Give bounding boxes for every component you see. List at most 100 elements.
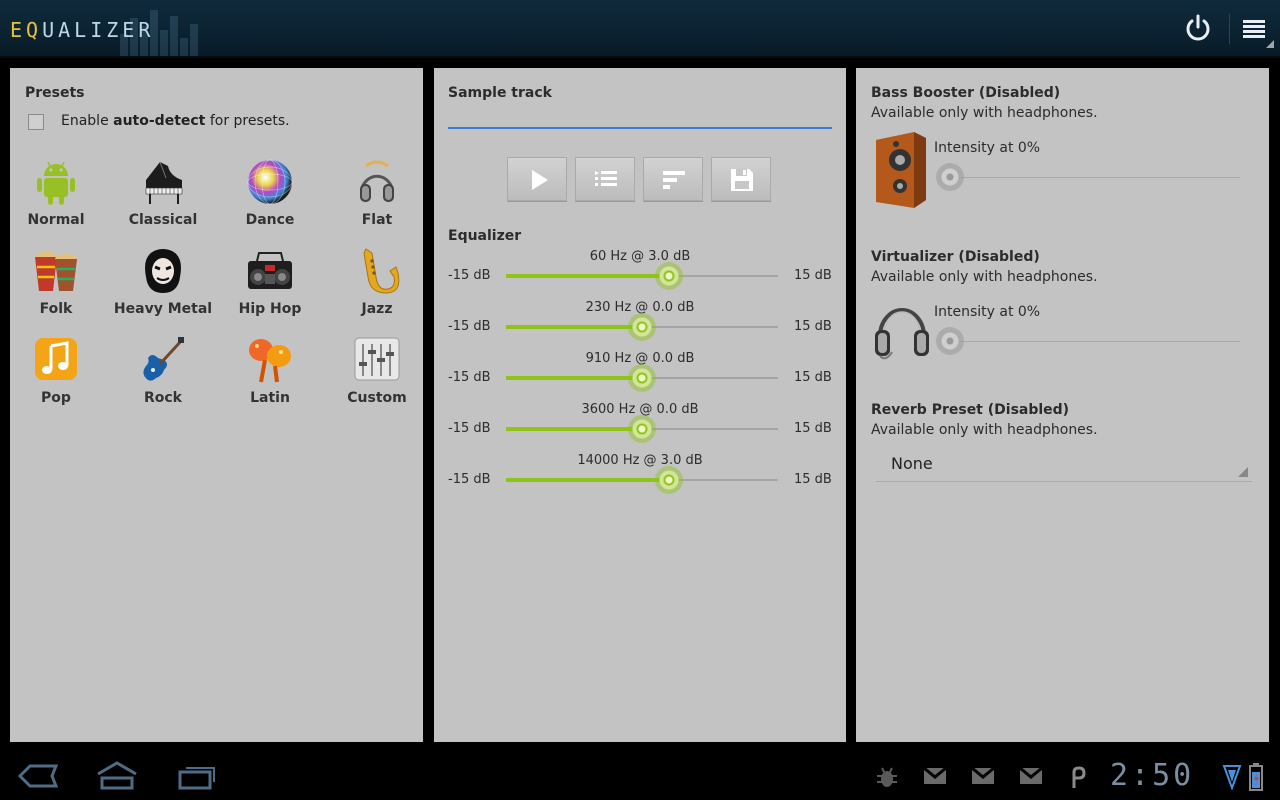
bass-intensity-label: Intensity at 0% bbox=[934, 140, 1041, 156]
preset-classical[interactable]: Classical bbox=[113, 158, 213, 238]
eq-thumb[interactable] bbox=[628, 313, 656, 341]
bass-intensity-track[interactable] bbox=[950, 177, 1240, 178]
autodetect-checkbox[interactable] bbox=[28, 114, 44, 130]
bass-booster-note: Available only with headphones. bbox=[871, 105, 1098, 121]
virtualizer-intensity-label: Intensity at 0% bbox=[934, 304, 1041, 320]
action-bar-divider bbox=[1229, 14, 1230, 44]
eq-max-label: 15 dB bbox=[794, 268, 832, 283]
drums-icon bbox=[35, 252, 77, 291]
maracas-icon bbox=[249, 339, 291, 383]
eq-fill bbox=[506, 478, 670, 482]
eq-thumb[interactable] bbox=[628, 415, 656, 443]
p-icon bbox=[1072, 766, 1086, 788]
android-icon bbox=[37, 161, 75, 205]
speaker-icon bbox=[876, 132, 926, 208]
eq-max-label: 15 dB bbox=[794, 370, 832, 385]
eq-band: 910 Hz @ 0.0 dB -15 dB 15 dB bbox=[434, 351, 846, 401]
piano-icon bbox=[145, 161, 183, 204]
eq-fill bbox=[506, 427, 642, 431]
autodetect-label[interactable]: Enable auto-detect for presets. bbox=[61, 113, 290, 129]
sort-button[interactable] bbox=[643, 157, 703, 201]
eq-thumb[interactable] bbox=[655, 466, 684, 494]
eq-band-label: 14000 Hz @ 3.0 dB bbox=[577, 453, 703, 468]
eq-max-label: 15 dB bbox=[794, 319, 832, 334]
eq-band: 14000 Hz @ 3.0 dB -15 dB 15 dB bbox=[434, 453, 846, 503]
preset-latin[interactable]: Latin bbox=[220, 336, 320, 416]
eq-max-label: 15 dB bbox=[794, 421, 832, 436]
system-clock: 2:50 bbox=[1110, 758, 1195, 793]
eq-fill bbox=[506, 325, 642, 329]
power-icon bbox=[1186, 14, 1210, 41]
home-icon[interactable] bbox=[94, 760, 140, 792]
preset-folk[interactable]: Folk bbox=[6, 247, 106, 327]
gmail-icon bbox=[1019, 766, 1043, 784]
eq-band: 3600 Hz @ 0.0 dB -15 dB 15 dB bbox=[434, 402, 846, 452]
sample-track-field[interactable] bbox=[448, 127, 832, 129]
music-note-icon bbox=[35, 338, 77, 380]
action-bar: EQUALIZER bbox=[0, 0, 1280, 58]
eq-thumb[interactable] bbox=[655, 262, 684, 290]
virtualizer-intensity-thumb[interactable] bbox=[936, 327, 964, 355]
play-button[interactable] bbox=[507, 157, 567, 201]
virtualizer-title: Virtualizer (Disabled) bbox=[871, 249, 1040, 265]
preset-label: Flat bbox=[361, 212, 393, 228]
preset-normal[interactable]: Normal bbox=[6, 158, 106, 238]
autodetect-bold: auto-detect bbox=[113, 113, 206, 129]
headphones-icon bbox=[360, 160, 394, 202]
eq-band-label: 60 Hz @ 3.0 dB bbox=[589, 249, 691, 264]
save-button[interactable] bbox=[711, 157, 771, 201]
overflow-menu-button[interactable] bbox=[1238, 12, 1276, 50]
app-title-rest: UALIZER bbox=[42, 18, 155, 42]
preset-flat[interactable]: Flat bbox=[327, 158, 427, 238]
system-bar: 2:50 bbox=[0, 752, 1280, 800]
effects-panel: Bass Booster (Disabled) Available only w… bbox=[856, 68, 1269, 742]
android-debug-icon bbox=[877, 767, 897, 787]
preset-label: Jazz bbox=[361, 301, 393, 317]
presets-title: Presets bbox=[25, 85, 85, 101]
sort-bars-icon bbox=[663, 171, 685, 189]
preset-label: Folk bbox=[39, 301, 73, 317]
eq-band: 60 Hz @ 3.0 dB -15 dB 15 dB bbox=[434, 249, 846, 299]
preset-custom[interactable]: Custom bbox=[327, 336, 427, 416]
sample-track-title: Sample track bbox=[448, 85, 552, 101]
equalizer-panel: Sample track Equalizer 60 Hz @ 3.0 dB -1… bbox=[434, 68, 846, 742]
floppy-disk-icon bbox=[731, 169, 753, 191]
electric-guitar-icon bbox=[143, 337, 184, 381]
mixer-sliders-icon bbox=[354, 337, 400, 381]
reverb-title: Reverb Preset (Disabled) bbox=[871, 402, 1070, 418]
eq-max-label: 15 dB bbox=[794, 472, 832, 487]
back-icon[interactable] bbox=[16, 760, 60, 792]
headphones-icon bbox=[875, 308, 929, 360]
preset-label: Classical bbox=[128, 212, 198, 228]
virtualizer-intensity-track[interactable] bbox=[950, 341, 1240, 342]
bass-intensity-thumb[interactable] bbox=[936, 163, 964, 191]
recent-apps-icon[interactable] bbox=[176, 760, 218, 792]
preset-hip-hop[interactable]: Hip Hop bbox=[220, 247, 320, 327]
preset-rock[interactable]: Rock bbox=[113, 336, 213, 416]
reverb-preset-select[interactable]: None bbox=[876, 448, 1252, 482]
equalizer-title: Equalizer bbox=[448, 228, 522, 244]
preset-dance[interactable]: Dance bbox=[220, 158, 320, 238]
power-button[interactable] bbox=[1182, 12, 1214, 44]
preset-label: Normal bbox=[27, 212, 85, 228]
gmail-icon bbox=[923, 766, 947, 784]
eq-fill bbox=[506, 274, 670, 278]
eq-min-label: -15 dB bbox=[448, 319, 491, 334]
battery-icon bbox=[1249, 763, 1263, 791]
preset-jazz[interactable]: Jazz bbox=[327, 247, 427, 327]
eq-thumb[interactable] bbox=[628, 364, 656, 392]
preset-label: Rock bbox=[143, 390, 182, 406]
preset-label: Dance bbox=[245, 212, 295, 228]
gmail-icon bbox=[971, 766, 995, 784]
eq-min-label: -15 dB bbox=[448, 268, 491, 283]
preset-pop[interactable]: Pop bbox=[6, 336, 106, 416]
bass-booster-title: Bass Booster (Disabled) bbox=[871, 85, 1061, 101]
reverb-note: Available only with headphones. bbox=[871, 422, 1098, 438]
eq-min-label: -15 dB bbox=[448, 370, 491, 385]
metal-face-icon bbox=[145, 249, 181, 293]
saxophone-icon bbox=[363, 248, 400, 294]
wifi-icon bbox=[1222, 765, 1242, 790]
playlist-button[interactable] bbox=[575, 157, 635, 201]
virtualizer-note: Available only with headphones. bbox=[871, 269, 1098, 285]
preset-heavy-metal[interactable]: Heavy Metal bbox=[113, 247, 213, 327]
